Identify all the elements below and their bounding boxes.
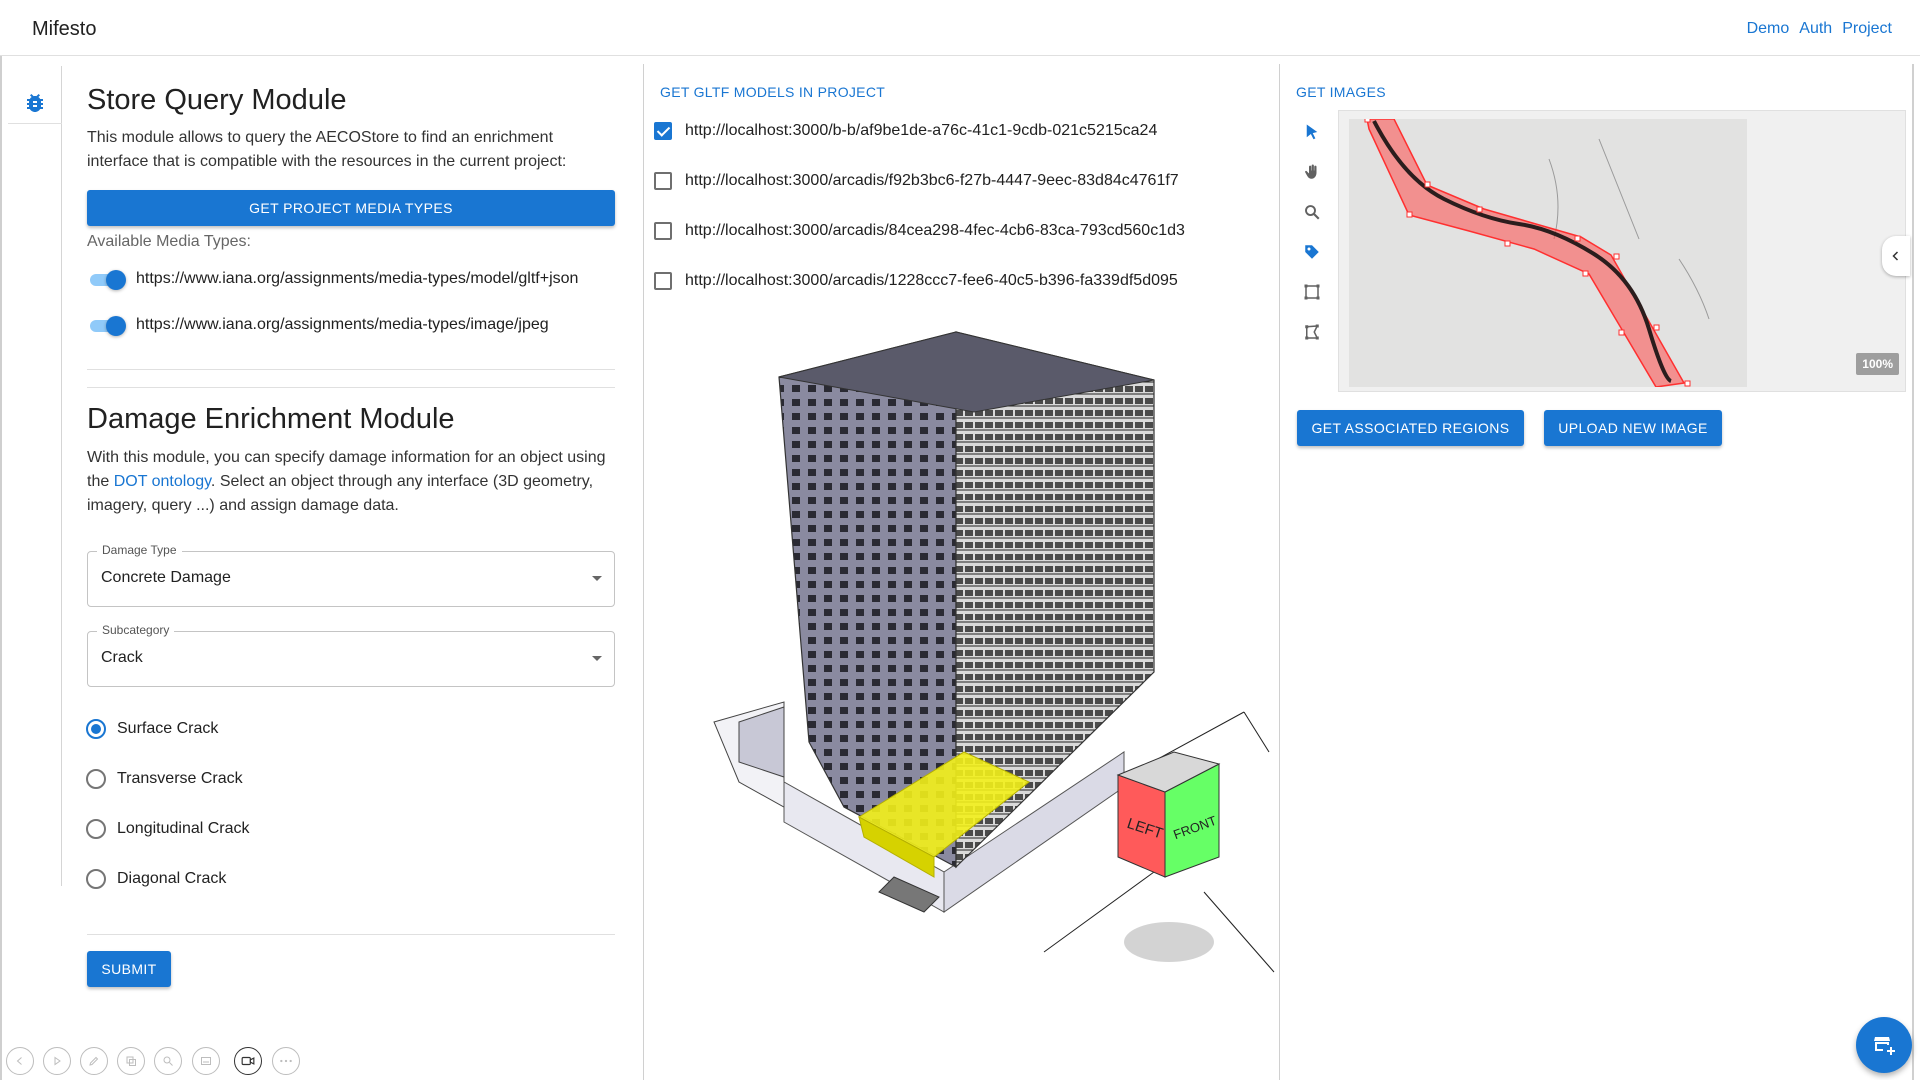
damage-type-label: Damage Type <box>97 543 182 557</box>
image-annotation-canvas[interactable]: 100% <box>1338 110 1906 392</box>
radio-label: Diagonal Crack <box>117 870 227 887</box>
model-row[interactable]: http://localhost:3000/arcadis/84cea298-4… <box>654 222 1185 240</box>
subcategory-label: Subcategory <box>97 623 175 637</box>
copy-icon[interactable] <box>117 1047 145 1075</box>
media-type-label: https://www.iana.org/assignments/media-t… <box>136 316 549 333</box>
modules-panel: Store Query Module This module allows to… <box>62 66 642 1080</box>
zoom-icon[interactable] <box>1300 200 1324 224</box>
media-type-toggle[interactable] <box>88 315 126 336</box>
chevron-left-icon <box>1892 251 1899 261</box>
bounding-box-icon[interactable] <box>1300 280 1324 304</box>
collapse-panel-handle[interactable] <box>1882 236 1910 276</box>
3d-model-viewer[interactable]: LEFT FRONT <box>644 312 1278 988</box>
model-checkbox[interactable] <box>654 122 672 140</box>
radio-option[interactable]: Longitudinal Crack <box>86 819 250 839</box>
app-bar: Mifesto Demo Auth Project <box>0 0 1920 56</box>
pointer-icon[interactable] <box>1300 120 1324 144</box>
subcategory-value: Crack <box>101 649 143 666</box>
bug-icon <box>27 93 43 112</box>
store-query-description: This module allows to query the AECOStor… <box>87 129 567 170</box>
nav-project-link[interactable]: Project <box>1842 20 1892 38</box>
model-url: http://localhost:3000/arcadis/f92b3bc6-f… <box>685 172 1179 189</box>
model-row[interactable]: http://localhost:3000/arcadis/1228ccc7-f… <box>654 272 1178 290</box>
add-module-fab[interactable] <box>1856 1017 1912 1073</box>
submit-button[interactable]: SUBMIT <box>87 951 171 987</box>
radio-label: Longitudinal Crack <box>117 820 250 837</box>
model-checkbox[interactable] <box>654 272 672 290</box>
add-store-icon <box>1874 1037 1895 1055</box>
video-camera-icon[interactable] <box>234 1047 262 1075</box>
store-query-title: Store Query Module <box>87 84 347 116</box>
side-rail <box>8 66 62 886</box>
radio-button[interactable] <box>86 769 106 789</box>
magnifier-icon[interactable] <box>154 1047 182 1075</box>
media-type-toggle[interactable] <box>88 269 126 290</box>
model-url: http://localhost:3000/arcadis/1228ccc7-f… <box>685 272 1178 289</box>
play-icon[interactable] <box>43 1047 71 1075</box>
damage-module-description: With this module, you can specify damage… <box>87 449 606 514</box>
model-row[interactable]: http://localhost:3000/arcadis/f92b3bc6-f… <box>654 172 1179 190</box>
images-panel: GET IMAGES 100% GET ASSOCIATED REGIONS U… <box>1280 66 1914 1080</box>
images-header[interactable]: GET IMAGES <box>1296 84 1386 100</box>
model-row[interactable]: http://localhost:3000/b-b/af9be1de-a76c-… <box>654 122 1157 140</box>
polygon-icon[interactable] <box>1300 320 1324 344</box>
get-project-media-types-button[interactable]: GET PROJECT MEDIA TYPES <box>87 190 615 226</box>
divider <box>87 369 615 370</box>
gltf-panel: GET GLTF MODELS IN PROJECT http://localh… <box>644 66 1278 1080</box>
zoom-level-badge: 100% <box>1856 353 1899 375</box>
subcategory-select[interactable]: Subcategory Crack <box>87 623 615 687</box>
crack-image[interactable] <box>1349 119 1747 387</box>
radio-option[interactable]: Surface Crack <box>86 719 218 739</box>
rail-tab-modules[interactable] <box>8 82 62 124</box>
nav-auth-link[interactable]: Auth <box>1799 20 1832 38</box>
model-url: http://localhost:3000/b-b/af9be1de-a76c-… <box>685 122 1158 139</box>
tag-icon[interactable] <box>1300 240 1324 264</box>
radio-label: Surface Crack <box>117 720 219 737</box>
radio-option[interactable]: Diagonal Crack <box>86 869 226 889</box>
hand-icon[interactable] <box>1300 160 1324 184</box>
media-type-row: https://www.iana.org/assignments/media-t… <box>88 269 579 290</box>
gltf-header[interactable]: GET GLTF MODELS IN PROJECT <box>660 84 885 100</box>
upload-new-image-button[interactable]: UPLOAD NEW IMAGE <box>1544 410 1722 446</box>
dropdown-arrow-icon <box>592 656 602 661</box>
radio-button[interactable] <box>86 719 106 739</box>
app-title: Mifesto <box>32 18 97 40</box>
dropdown-arrow-icon <box>592 576 602 581</box>
media-type-label: https://www.iana.org/assignments/media-t… <box>136 270 579 287</box>
damage-type-value: Concrete Damage <box>101 569 231 586</box>
media-type-row: https://www.iana.org/assignments/media-t… <box>88 315 549 336</box>
nav-demo-link[interactable]: Demo <box>1747 20 1790 38</box>
subtitles-icon[interactable] <box>192 1047 220 1075</box>
prev-icon[interactable] <box>6 1047 34 1075</box>
window-edge <box>0 56 2 1080</box>
damage-module-title: Damage Enrichment Module <box>87 403 455 435</box>
media-types-label: Available Media Types: <box>87 233 251 250</box>
pen-icon[interactable] <box>80 1047 108 1075</box>
get-associated-regions-button[interactable]: GET ASSOCIATED REGIONS <box>1297 410 1524 446</box>
radio-button[interactable] <box>86 819 106 839</box>
top-nav: Demo Auth Project <box>1747 20 1892 38</box>
radio-label: Transverse Crack <box>117 770 243 787</box>
divider <box>87 934 615 935</box>
divider <box>87 387 615 388</box>
model-checkbox[interactable] <box>654 222 672 240</box>
model-url: http://localhost:3000/arcadis/84cea298-4… <box>685 222 1185 239</box>
model-checkbox[interactable] <box>654 172 672 190</box>
view-cube[interactable]: LEFT FRONT <box>1116 751 1221 962</box>
dot-ontology-link[interactable]: DOT ontology <box>114 473 211 490</box>
radio-option[interactable]: Transverse Crack <box>86 769 243 789</box>
more-options-icon[interactable] <box>272 1047 300 1075</box>
radio-button[interactable] <box>86 869 106 889</box>
damage-type-select[interactable]: Damage Type Concrete Damage <box>87 543 615 607</box>
